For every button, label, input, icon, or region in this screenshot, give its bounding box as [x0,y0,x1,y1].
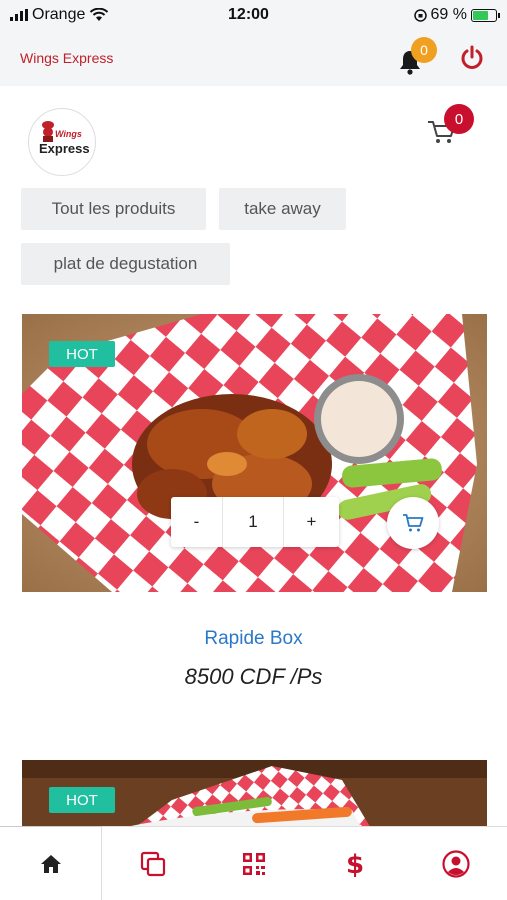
svg-text:$: $ [346,850,364,878]
wifi-icon [90,8,109,21]
notifications-button[interactable]: 0 [399,37,437,75]
quantity-decrease-button[interactable]: - [171,497,223,547]
status-left: Orange [10,6,180,24]
product-name[interactable]: Rapide Box [0,628,507,650]
status-bar: Orange 12:00 69 % [0,0,507,30]
logo-text-top: Wings [55,129,82,139]
nav-home[interactable] [0,826,103,900]
dollar-icon: $ [346,850,364,878]
battery-icon [471,8,500,22]
category-chip-take-away[interactable]: take away [219,188,346,230]
orientation-lock-icon [413,8,427,22]
cart-icon [403,514,424,532]
quantity-increase-button[interactable]: + [283,497,339,547]
carrier-name: Orange [32,6,86,23]
qr-code-icon [243,852,265,875]
home-icon [40,854,61,873]
signal-icon [10,9,28,21]
app-title: Wings Express [20,50,114,66]
battery-percent: 69 % [430,6,467,23]
nav-orders[interactable] [102,827,203,900]
nav-qr-scan[interactable] [203,827,304,900]
notification-count-badge: 0 [411,37,437,63]
category-chip-all[interactable]: Tout les produits [21,188,206,230]
status-right: 69 % [327,6,500,24]
add-to-cart-button[interactable] [387,497,439,549]
cart-count-badge: 0 [444,104,474,134]
logo-text: Express [39,141,90,156]
user-circle-icon [442,849,471,878]
bottom-nav: $ [0,826,507,900]
product-price: 8500 CDF /Ps [184,664,323,689]
brand-logo: Wings Express [28,108,96,176]
logout-button[interactable] [457,43,487,73]
nav-payments[interactable]: $ [305,827,406,900]
hot-badge: HOT [49,787,115,813]
power-icon [461,45,483,69]
hot-badge: HOT [49,341,115,367]
app-header: Wings Express 0 [0,30,507,86]
quantity-value: 1 [248,512,258,531]
status-time: 12:00 [228,6,269,23]
category-chip-degustation[interactable]: plat de degustation [21,243,230,285]
nav-profile[interactable] [406,827,507,900]
quantity-stepper: - 1 + [171,497,339,547]
copy-icon [140,851,165,876]
